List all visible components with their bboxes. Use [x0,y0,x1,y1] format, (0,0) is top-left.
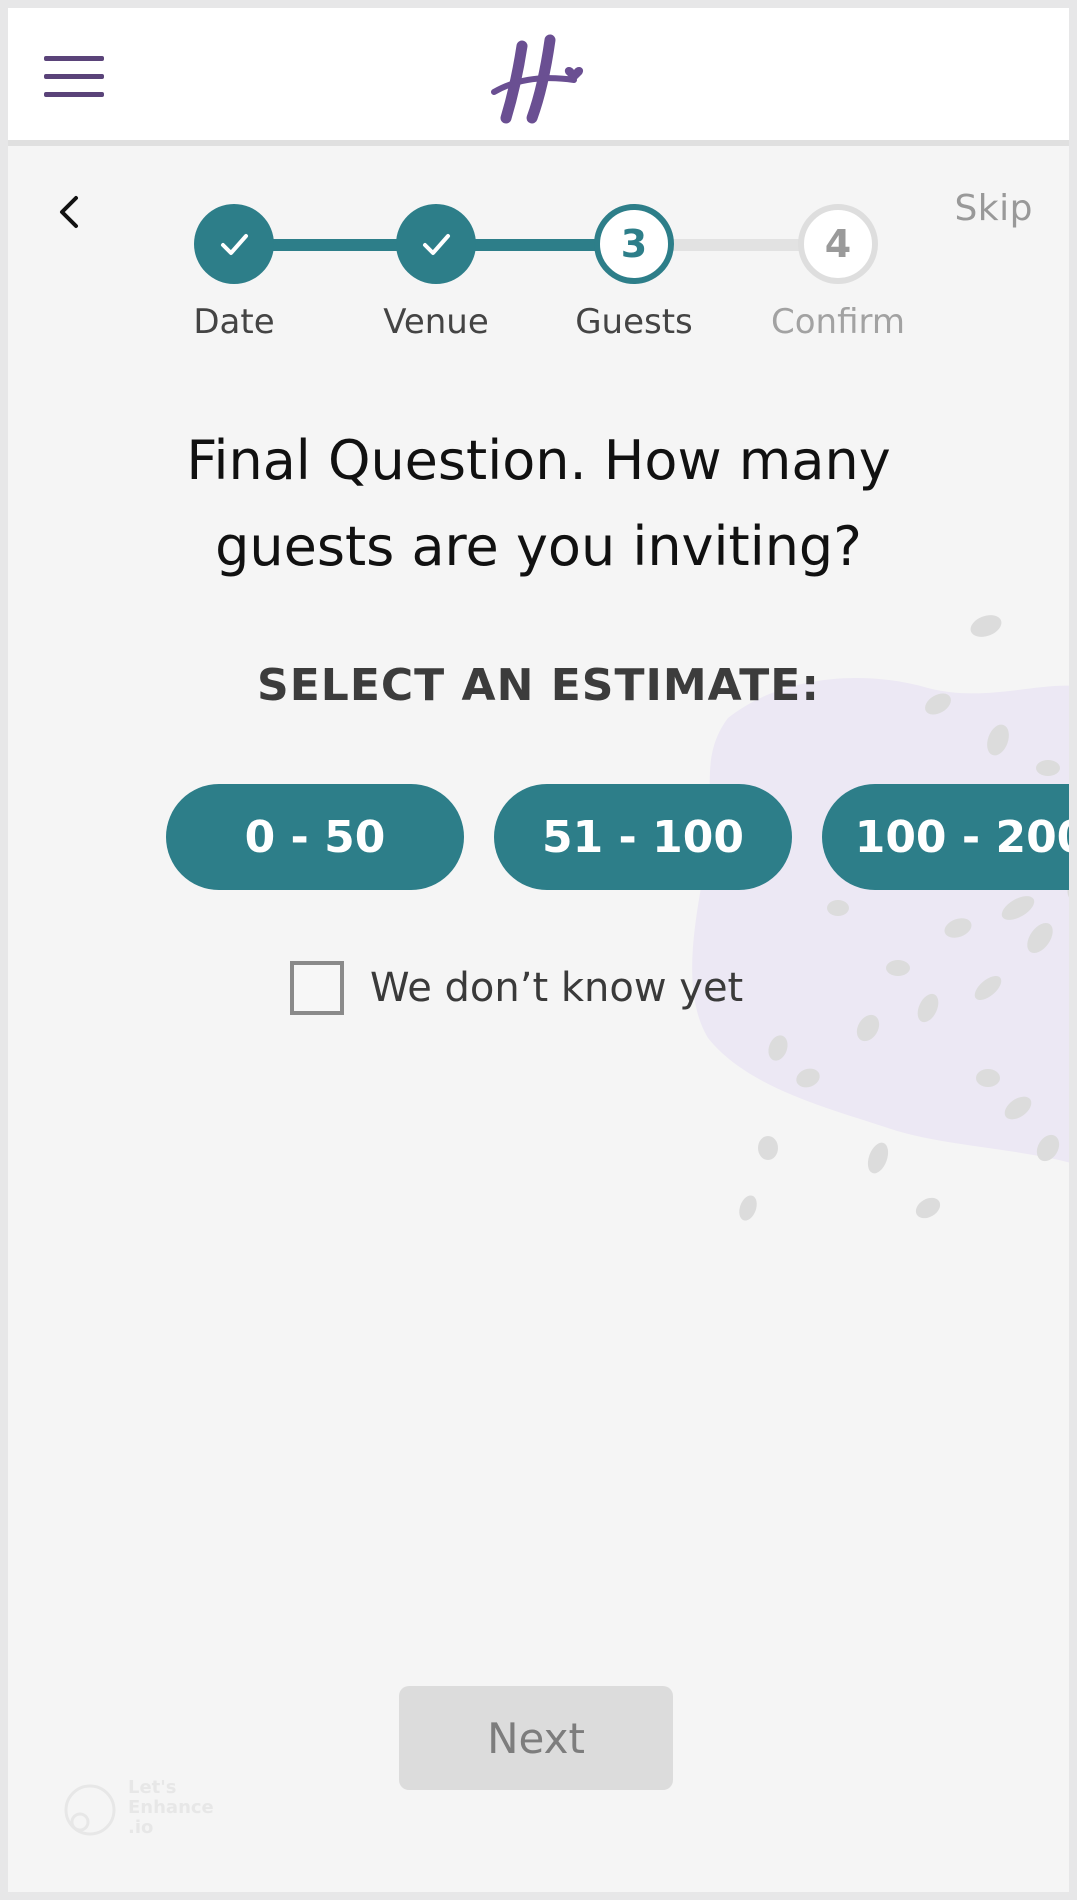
check-icon [423,234,450,255]
watermark-logo: Let's Enhance .io [62,1778,222,1844]
app-frame: Skip 3 4 Date Venue Guests Confirm Final… [8,8,1069,1892]
question-line-2: guests are you inviting? [215,515,862,578]
check-icon [221,234,248,255]
next-button[interactable]: Next [399,1686,673,1790]
unknown-checkbox-row[interactable]: We don’t know yet [290,958,743,1018]
option-100-200-button[interactable]: 100 - 200 [822,784,1069,890]
step-venue-marker[interactable] [396,204,476,284]
estimate-options: 0 - 50 51 - 100 100 - 200 [166,784,1069,890]
step-confirm-marker[interactable]: 4 [798,204,878,284]
progress-stepper: 3 4 Date Venue Guests Confirm [8,194,1069,354]
watermark-icon [64,1784,116,1836]
step-date-marker[interactable] [194,204,274,284]
watermark-text: Let's Enhance .io [128,1777,214,1838]
top-header [8,8,1069,146]
brand-logo-icon[interactable] [488,32,588,128]
step-venue-label: Venue [383,302,489,342]
hamburger-menu-icon[interactable] [44,54,104,100]
question-heading: Final Question. How many guests are you … [68,418,1009,590]
unknown-checkbox-label[interactable]: We don’t know yet [370,965,743,1011]
option-51-100-button[interactable]: 51 - 100 [494,784,792,890]
question-line-1: Final Question. How many [186,429,891,492]
estimate-heading: SELECT AN ESTIMATE: [257,660,820,711]
step-guests-label: Guests [575,302,693,342]
step-confirm-label: Confirm [770,302,905,342]
unknown-checkbox[interactable] [290,961,344,1015]
option-0-50-button[interactable]: 0 - 50 [166,784,464,890]
step-guests-marker[interactable]: 3 [594,204,674,284]
step-date-label: Date [193,302,275,342]
